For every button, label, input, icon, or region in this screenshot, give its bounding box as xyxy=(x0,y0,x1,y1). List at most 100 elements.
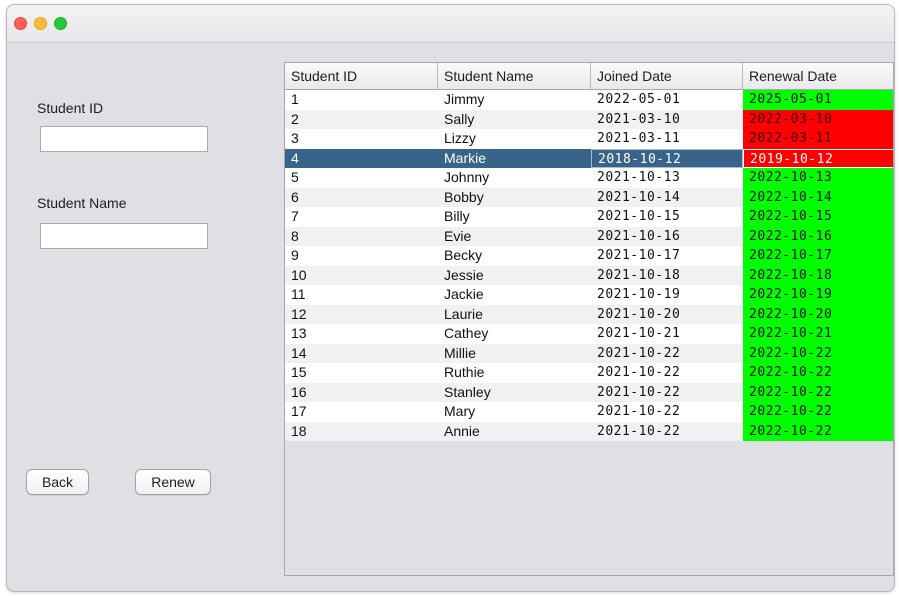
table-row[interactable]: 11 Jackie 2021-10-19 2022-10-19 xyxy=(285,285,893,305)
cell-student-id[interactable]: 1 xyxy=(285,90,438,110)
cell-student-name[interactable]: Johnny xyxy=(438,168,591,188)
renew-button[interactable]: Renew xyxy=(135,469,211,495)
cell-student-name[interactable]: Ruthie xyxy=(438,363,591,383)
column-header-renewal-date[interactable]: Renewal Date xyxy=(743,63,893,89)
cell-student-name[interactable]: Mary xyxy=(438,402,591,422)
cell-student-id[interactable]: 3 xyxy=(285,129,438,149)
cell-joined-date[interactable]: 2021-10-16 xyxy=(591,227,743,247)
cell-student-id[interactable]: 15 xyxy=(285,363,438,383)
table-row[interactable]: 18 Annie 2021-10-22 2022-10-22 xyxy=(285,421,893,442)
cell-renewal-date[interactable]: 2022-03-11 xyxy=(743,129,893,149)
cell-student-id[interactable]: 12 xyxy=(285,305,438,325)
cell-student-id[interactable]: 5 xyxy=(285,168,438,188)
column-header-student-id[interactable]: Student ID xyxy=(285,63,438,89)
cell-joined-date[interactable]: 2021-10-20 xyxy=(591,305,743,325)
table-row[interactable]: 12 Laurie 2021-10-20 2022-10-20 xyxy=(285,304,893,325)
cell-joined-date[interactable]: 2021-10-15 xyxy=(591,207,743,227)
cell-renewal-date[interactable]: 2022-10-17 xyxy=(743,246,893,266)
table-row[interactable]: 13 Cathey 2021-10-21 2022-10-21 xyxy=(285,324,893,344)
table-row[interactable]: 4 Markie 2018-10-12 2019-10-12 xyxy=(285,148,893,169)
cell-student-name[interactable]: Sally xyxy=(438,110,591,130)
cell-renewal-date[interactable]: 2019-10-12 xyxy=(743,148,893,168)
cell-student-name[interactable]: Jackie xyxy=(438,285,591,305)
cell-student-id[interactable]: 7 xyxy=(285,207,438,227)
close-window-button[interactable] xyxy=(14,17,27,30)
cell-student-name[interactable]: Bobby xyxy=(438,188,591,208)
cell-joined-date[interactable]: 2021-10-14 xyxy=(591,188,743,208)
cell-renewal-date[interactable]: 2022-10-14 xyxy=(743,187,893,207)
cell-renewal-date[interactable]: 2022-10-22 xyxy=(743,343,893,363)
table-row[interactable]: 14 Millie 2021-10-22 2022-10-22 xyxy=(285,343,893,364)
table-row[interactable]: 7 Billy 2021-10-15 2022-10-15 xyxy=(285,207,893,227)
cell-renewal-date[interactable]: 2025-05-01 xyxy=(743,90,893,110)
cell-student-name[interactable]: Jimmy xyxy=(438,90,591,110)
cell-student-id[interactable]: 9 xyxy=(285,246,438,266)
cell-joined-date[interactable]: 2021-10-18 xyxy=(591,266,743,286)
table-row[interactable]: 5 Johnny 2021-10-13 2022-10-13 xyxy=(285,168,893,188)
cell-joined-date[interactable]: 2021-10-22 xyxy=(591,422,743,442)
cell-joined-date[interactable]: 2021-10-22 xyxy=(591,363,743,383)
cell-student-name[interactable]: Cathey xyxy=(438,324,591,344)
minimize-window-button[interactable] xyxy=(34,17,47,30)
table-row[interactable]: 2 Sally 2021-03-10 2022-03-10 xyxy=(285,109,893,130)
table-row[interactable]: 3 Lizzy 2021-03-11 2022-03-11 xyxy=(285,129,893,149)
cell-renewal-date[interactable]: 2022-10-20 xyxy=(743,304,893,324)
cell-joined-date[interactable]: 2021-03-10 xyxy=(591,110,743,130)
cell-student-id[interactable]: 4 xyxy=(285,149,438,169)
table-row[interactable]: 9 Becky 2021-10-17 2022-10-17 xyxy=(285,246,893,266)
cell-joined-date[interactable]: 2021-03-11 xyxy=(591,129,743,149)
table-row[interactable]: 8 Evie 2021-10-16 2022-10-16 xyxy=(285,226,893,247)
table-row[interactable]: 10 Jessie 2021-10-18 2022-10-18 xyxy=(285,265,893,286)
cell-student-id[interactable]: 17 xyxy=(285,402,438,422)
table-row[interactable]: 6 Bobby 2021-10-14 2022-10-14 xyxy=(285,187,893,208)
cell-joined-date[interactable]: 2021-10-13 xyxy=(591,168,743,188)
cell-renewal-date[interactable]: 2022-10-19 xyxy=(743,285,893,305)
cell-student-id[interactable]: 18 xyxy=(285,422,438,442)
cell-renewal-date[interactable]: 2022-03-10 xyxy=(743,109,893,129)
cell-joined-date[interactable]: 2021-10-22 xyxy=(591,344,743,364)
cell-student-name[interactable]: Jessie xyxy=(438,266,591,286)
cell-student-name[interactable]: Lizzy xyxy=(438,129,591,149)
table-row[interactable]: 17 Mary 2021-10-22 2022-10-22 xyxy=(285,402,893,422)
cell-renewal-date[interactable]: 2022-10-16 xyxy=(743,226,893,246)
cell-student-name[interactable]: Millie xyxy=(438,344,591,364)
cell-joined-date[interactable]: 2021-10-17 xyxy=(591,246,743,266)
table-row[interactable]: 15 Ruthie 2021-10-22 2022-10-22 xyxy=(285,363,893,383)
column-header-joined-date[interactable]: Joined Date xyxy=(591,63,743,89)
column-header-student-name[interactable]: Student Name xyxy=(438,63,591,89)
cell-joined-date[interactable]: 2022-05-01 xyxy=(591,90,743,110)
table-row[interactable]: 1 Jimmy 2022-05-01 2025-05-01 xyxy=(285,90,893,110)
cell-student-id[interactable]: 11 xyxy=(285,285,438,305)
cell-student-name[interactable]: Billy xyxy=(438,207,591,227)
cell-joined-date[interactable]: 2021-10-19 xyxy=(591,285,743,305)
cell-renewal-date[interactable]: 2022-10-15 xyxy=(743,207,893,227)
back-button[interactable]: Back xyxy=(26,469,89,495)
table-row[interactable]: 16 Stanley 2021-10-22 2022-10-22 xyxy=(285,382,893,403)
cell-renewal-date[interactable]: 2022-10-22 xyxy=(743,421,893,441)
cell-student-name[interactable]: Evie xyxy=(438,227,591,247)
cell-student-name[interactable]: Laurie xyxy=(438,305,591,325)
cell-renewal-date[interactable]: 2022-10-18 xyxy=(743,265,893,285)
cell-student-id[interactable]: 10 xyxy=(285,266,438,286)
cell-student-id[interactable]: 6 xyxy=(285,188,438,208)
cell-renewal-date[interactable]: 2022-10-22 xyxy=(743,382,893,402)
cell-renewal-date[interactable]: 2022-10-13 xyxy=(743,168,893,188)
cell-joined-date[interactable]: 2021-10-22 xyxy=(591,402,743,422)
cell-student-name[interactable]: Stanley xyxy=(438,383,591,403)
maximize-window-button[interactable] xyxy=(54,17,67,30)
cell-renewal-date[interactable]: 2022-10-22 xyxy=(743,402,893,422)
cell-renewal-date[interactable]: 2022-10-21 xyxy=(743,324,893,344)
cell-renewal-date[interactable]: 2022-10-22 xyxy=(743,363,893,383)
student-name-input[interactable] xyxy=(40,223,208,249)
cell-student-name[interactable]: Becky xyxy=(438,246,591,266)
cell-student-id[interactable]: 14 xyxy=(285,344,438,364)
cell-student-name[interactable]: Annie xyxy=(438,422,591,442)
cell-student-id[interactable]: 8 xyxy=(285,227,438,247)
cell-student-id[interactable]: 2 xyxy=(285,110,438,130)
student-id-input[interactable] xyxy=(40,126,208,152)
cell-student-id[interactable]: 13 xyxy=(285,324,438,344)
title-bar[interactable] xyxy=(7,5,894,43)
cell-joined-date[interactable]: 2021-10-21 xyxy=(591,324,743,344)
students-table[interactable]: Student ID Student Name Joined Date Rene… xyxy=(284,62,894,576)
cell-joined-date[interactable]: 2021-10-22 xyxy=(591,383,743,403)
